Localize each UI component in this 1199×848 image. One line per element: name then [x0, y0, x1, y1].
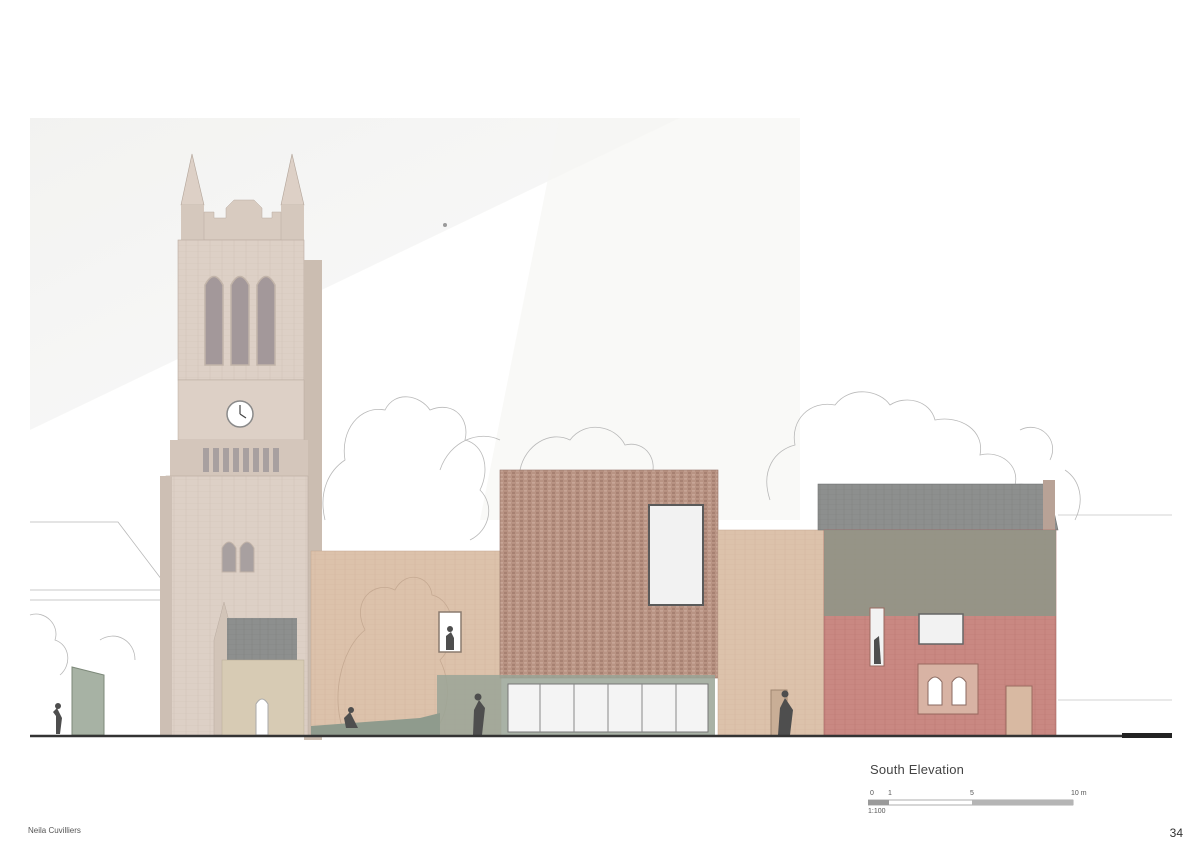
scale-ratio: 1:100 [868, 808, 886, 815]
ground-edge [1122, 733, 1172, 738]
heritage-hall [817, 480, 1059, 737]
south-elevation-drawing [29, 118, 1172, 740]
drawing-title: South Elevation [870, 762, 965, 777]
church-tower [160, 153, 322, 740]
gothic-window [917, 663, 979, 715]
background-house-right [1058, 514, 1172, 701]
scale-tick-label: 10 m [1071, 790, 1087, 797]
author-name: Neila Cuvilliers [28, 826, 81, 835]
scale-bar-graphic [868, 799, 1074, 806]
scale-bar: 0 1 5 10 m [868, 790, 1098, 820]
scale-tick-label: 0 [870, 790, 874, 797]
scale-tick-label: 5 [970, 790, 974, 797]
freestanding-panel [71, 666, 105, 736]
scale-tick-label: 1 [888, 790, 892, 797]
page-number: 34 [1169, 826, 1183, 840]
feature-window [648, 504, 704, 606]
